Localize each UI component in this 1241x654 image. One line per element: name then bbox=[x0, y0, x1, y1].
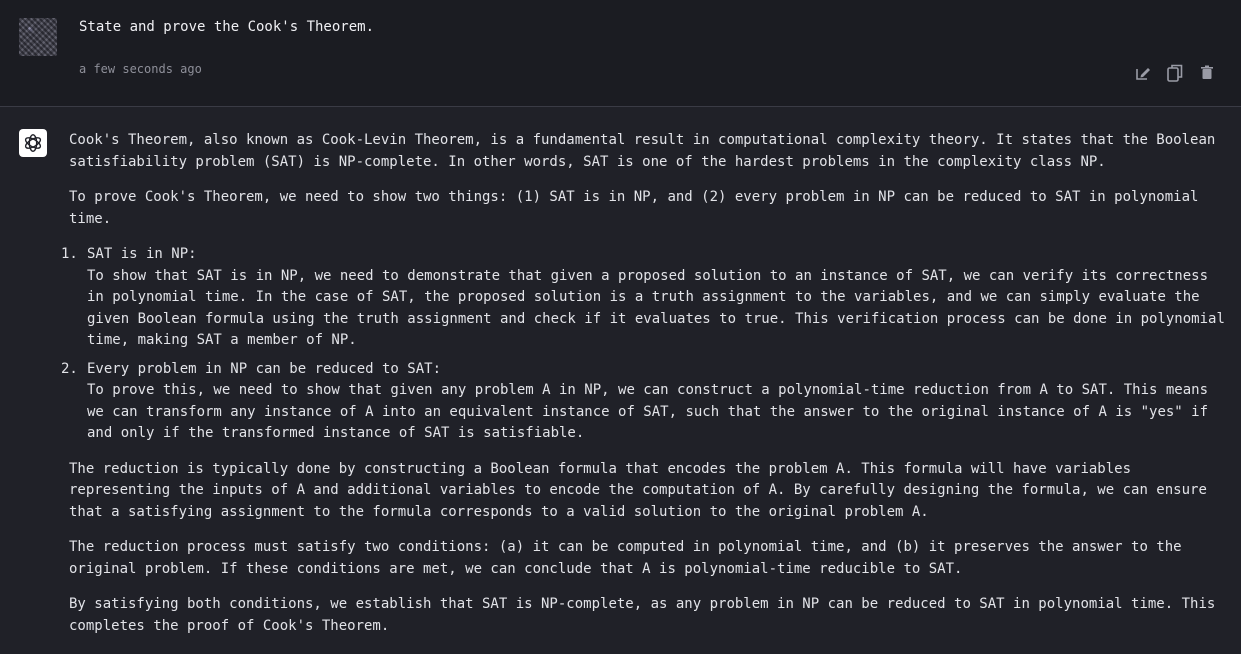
user-message: State and prove the Cook's Theorem. a fe… bbox=[0, 0, 1241, 107]
list-item-body: To prove this, we need to show that give… bbox=[87, 382, 1209, 441]
list-number: 2. bbox=[61, 360, 78, 377]
user-avatar bbox=[19, 18, 57, 56]
list-item-heading: Every problem in NP can be reduced to SA… bbox=[87, 360, 442, 377]
assistant-message: Cook's Theorem, also known as Cook-Levin… bbox=[61, 130, 1229, 651]
list-item: 1. SAT is in NP: To show that SAT is in … bbox=[61, 244, 1229, 352]
copy-icon[interactable] bbox=[1165, 63, 1185, 83]
list-item-heading: SAT is in NP: bbox=[87, 246, 197, 262]
openai-logo-icon bbox=[19, 129, 47, 157]
list-number: 1. bbox=[61, 246, 78, 262]
user-message-text: State and prove the Cook's Theorem. bbox=[79, 19, 375, 35]
trash-icon[interactable] bbox=[1197, 63, 1217, 83]
reduction-paragraph: The reduction is typically done by const… bbox=[69, 460, 1207, 520]
message-timestamp: a few seconds ago bbox=[79, 62, 202, 76]
intro-paragraph: Cook's Theorem, also known as Cook-Levin… bbox=[69, 132, 1216, 170]
conditions-paragraph: The reduction process must satisfy two c… bbox=[69, 539, 1182, 577]
list-item-body: To show that SAT is in NP, we need to de… bbox=[87, 267, 1225, 349]
conclusion-paragraph: By satisfying both conditions, we establ… bbox=[69, 596, 1216, 634]
proof-steps-list: 1. SAT is in NP: To show that SAT is in … bbox=[61, 244, 1229, 445]
plan-paragraph: To prove Cook's Theorem, we need to show… bbox=[69, 189, 1199, 227]
list-item: 2. Every problem in NP can be reduced to… bbox=[61, 359, 1229, 445]
edit-icon[interactable] bbox=[1133, 63, 1153, 83]
message-actions bbox=[1133, 63, 1217, 83]
